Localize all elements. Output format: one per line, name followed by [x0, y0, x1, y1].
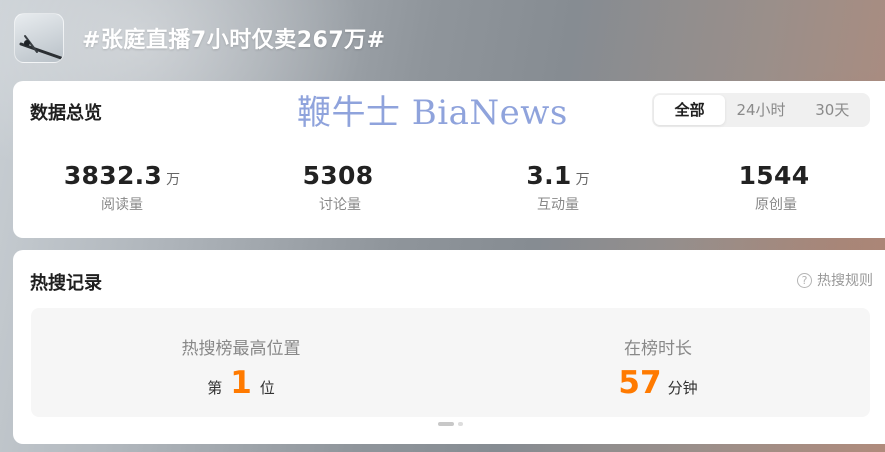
stat-originals: 1544 原创量: [667, 161, 885, 214]
time-range-switch: 全部 24小时 30天: [652, 93, 870, 127]
help-circle-icon: ?: [797, 272, 812, 288]
stat-interactions: 3.1 万 互动量: [449, 161, 667, 214]
hot-search-title: 热搜记录: [30, 273, 102, 294]
hot-search-card: 热搜记录 ? 热搜规则 热搜榜最高位置 第 1 位 在榜时长 57 分钟: [13, 250, 885, 444]
peak-suffix: 位: [259, 379, 275, 397]
stats-row: 3832.3 万 阅读量 5308 讨论量 3.1 万 互动量 1544 原创量: [13, 161, 885, 214]
stat-unit: 万: [575, 172, 590, 188]
tab-30d[interactable]: 30天: [797, 95, 868, 125]
stat-label: 讨论量: [319, 197, 361, 213]
stat-unit: 万: [166, 172, 181, 188]
carousel-pager: [438, 422, 467, 426]
peak-value: 1: [230, 365, 252, 401]
stat-label: 原创量: [755, 197, 797, 213]
tab-all[interactable]: 全部: [654, 95, 726, 125]
peak-label: 热搜榜最高位置: [181, 339, 301, 359]
stat-value: 1544: [738, 161, 810, 190]
time-on-list: 在榜时长 57 分钟: [608, 334, 708, 401]
stat-label: 阅读量: [101, 197, 143, 213]
hot-search-record-panel[interactable]: 热搜榜最高位置 第 1 位 在榜时长 57 分钟: [31, 308, 870, 417]
topic-header: #张庭直播7小时仅卖267万#: [14, 13, 885, 63]
overview-title: 数据总览: [30, 103, 102, 124]
rules-label: 热搜规则: [817, 273, 873, 289]
hot-search-rules-link[interactable]: ? 热搜规则: [797, 270, 873, 290]
stat-reads: 3832.3 万 阅读量: [13, 161, 231, 214]
pager-dot-active[interactable]: [438, 422, 454, 426]
topic-title: #张庭直播7小时仅卖267万#: [82, 28, 386, 53]
duration-unit: 分钟: [667, 379, 698, 397]
stat-value: 3.1: [526, 161, 572, 190]
duration-label: 在榜时长: [624, 339, 692, 359]
stat-value: 5308: [302, 161, 374, 190]
tab-24h[interactable]: 24小时: [725, 95, 796, 125]
stat-discussions: 5308 讨论量: [231, 161, 449, 214]
peak-position: 热搜榜最高位置 第 1 位: [179, 334, 303, 401]
watermark: 鞭牛士 BiaNews: [297, 93, 568, 133]
stat-value: 3832.3: [63, 161, 163, 190]
duration-value: 57: [618, 365, 662, 401]
microphone-stand-icon: [19, 35, 63, 60]
peak-prefix: 第: [207, 379, 223, 397]
topic-thumbnail: [14, 13, 64, 63]
stat-label: 互动量: [537, 197, 579, 213]
pager-dot[interactable]: [458, 422, 463, 426]
